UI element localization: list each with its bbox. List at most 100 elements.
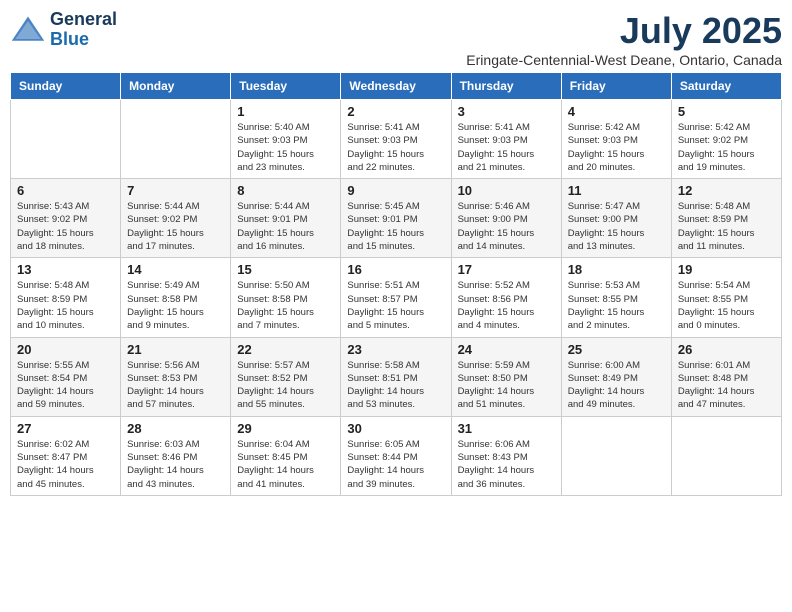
day-number: 27 [17, 421, 114, 436]
calendar-body: 1 Sunrise: 5:40 AMSunset: 9:03 PMDaylight… [11, 100, 782, 496]
day-number: 2 [347, 104, 444, 119]
calendar-cell: 5 Sunrise: 5:42 AMSunset: 9:02 PMDaylight… [671, 100, 781, 179]
calendar-cell: 12Sunrise: 5:48 AMSunset: 8:59 PMDayligh… [671, 179, 781, 258]
day-header: Sunday [11, 73, 121, 100]
page-header: General Blue July 2025 Eringate-Centenni… [10, 10, 782, 68]
calendar-cell: 8 Sunrise: 5:44 AMSunset: 9:01 PMDaylight… [231, 179, 341, 258]
calendar-cell: 16 Sunrise: 5:51 AMSunset: 8:57 PMDayligh… [341, 258, 451, 337]
day-info: Sunrise: 6:04 AMSunset: 8:45 PMDaylight:… [237, 438, 334, 491]
day-info: Sunrise: 5:41 AMSunset: 9:03 PMDaylight:… [347, 121, 444, 174]
calendar-cell: 1 Sunrise: 5:40 AMSunset: 9:03 PMDaylight… [231, 100, 341, 179]
calendar-cell: 10Sunrise: 5:46 AMSunset: 9:00 PMDayligh… [451, 179, 561, 258]
calendar-week: 1 Sunrise: 5:40 AMSunset: 9:03 PMDaylight… [11, 100, 782, 179]
day-number: 1 [237, 104, 334, 119]
day-number: 26 [678, 342, 775, 357]
day-info: Sunrise: 5:51 AMSunset: 8:57 PMDaylight:… [347, 279, 444, 332]
day-number: 15 [237, 262, 334, 277]
day-info: Sunrise: 6:05 AMSunset: 8:44 PMDaylight:… [347, 438, 444, 491]
calendar-cell: 22 Sunrise: 5:57 AMSunset: 8:52 PMDayligh… [231, 337, 341, 416]
calendar-cell: 3 Sunrise: 5:41 AMSunset: 9:03 PMDaylight… [451, 100, 561, 179]
day-number: 4 [568, 104, 665, 119]
day-number: 29 [237, 421, 334, 436]
day-number: 3 [458, 104, 555, 119]
day-info: Sunrise: 5:44 AMSunset: 9:01 PMDaylight:… [237, 200, 334, 253]
day-header: Saturday [671, 73, 781, 100]
calendar-cell: 19Sunrise: 5:54 AMSunset: 8:55 PMDayligh… [671, 258, 781, 337]
day-header: Tuesday [231, 73, 341, 100]
day-info: Sunrise: 5:57 AMSunset: 8:52 PMDaylight:… [237, 359, 334, 412]
calendar-cell: 2 Sunrise: 5:41 AMSunset: 9:03 PMDaylight… [341, 100, 451, 179]
calendar-cell: 27 Sunrise: 6:02 AMSunset: 8:47 PMDayligh… [11, 416, 121, 495]
calendar-cell: 31Sunrise: 6:06 AMSunset: 8:43 PMDayligh… [451, 416, 561, 495]
day-number: 22 [237, 342, 334, 357]
day-number: 16 [347, 262, 444, 277]
day-number: 25 [568, 342, 665, 357]
day-number: 23 [347, 342, 444, 357]
calendar-cell: 6 Sunrise: 5:43 AMSunset: 9:02 PMDaylight… [11, 179, 121, 258]
day-info: Sunrise: 5:59 AMSunset: 8:50 PMDaylight:… [458, 359, 555, 412]
calendar-cell: 25 Sunrise: 6:00 AMSunset: 8:49 PMDayligh… [561, 337, 671, 416]
day-info: Sunrise: 5:44 AMSunset: 9:02 PMDaylight:… [127, 200, 224, 253]
day-info: Sunrise: 5:42 AMSunset: 9:03 PMDaylight:… [568, 121, 665, 174]
day-info: Sunrise: 5:54 AMSunset: 8:55 PMDaylight:… [678, 279, 775, 332]
calendar-week: 6 Sunrise: 5:43 AMSunset: 9:02 PMDaylight… [11, 179, 782, 258]
calendar-cell: 26Sunrise: 6:01 AMSunset: 8:48 PMDayligh… [671, 337, 781, 416]
day-info: Sunrise: 5:45 AMSunset: 9:01 PMDaylight:… [347, 200, 444, 253]
title-block: July 2025 Eringate-Centennial-West Deane… [466, 10, 782, 68]
day-info: Sunrise: 5:48 AMSunset: 8:59 PMDaylight:… [678, 200, 775, 253]
day-number: 20 [17, 342, 114, 357]
logo-icon [10, 12, 46, 48]
day-number: 8 [237, 183, 334, 198]
day-info: Sunrise: 5:42 AMSunset: 9:02 PMDaylight:… [678, 121, 775, 174]
calendar-cell: 24Sunrise: 5:59 AMSunset: 8:50 PMDayligh… [451, 337, 561, 416]
calendar-cell: 23 Sunrise: 5:58 AMSunset: 8:51 PMDayligh… [341, 337, 451, 416]
calendar-cell: 7 Sunrise: 5:44 AMSunset: 9:02 PMDaylight… [121, 179, 231, 258]
day-number: 14 [127, 262, 224, 277]
calendar-week: 27 Sunrise: 6:02 AMSunset: 8:47 PMDayligh… [11, 416, 782, 495]
calendar-cell [671, 416, 781, 495]
day-info: Sunrise: 5:43 AMSunset: 9:02 PMDaylight:… [17, 200, 114, 253]
day-header: Friday [561, 73, 671, 100]
calendar-cell: 9Sunrise: 5:45 AMSunset: 9:01 PMDaylight… [341, 179, 451, 258]
logo-text: General Blue [50, 10, 117, 50]
day-header: Wednesday [341, 73, 451, 100]
calendar-cell: 13Sunrise: 5:48 AMSunset: 8:59 PMDayligh… [11, 258, 121, 337]
days-row: SundayMondayTuesdayWednesdayThursdayFrid… [11, 73, 782, 100]
calendar-cell [11, 100, 121, 179]
day-number: 18 [568, 262, 665, 277]
month-title: July 2025 [466, 10, 782, 52]
day-number: 5 [678, 104, 775, 119]
day-info: Sunrise: 6:06 AMSunset: 8:43 PMDaylight:… [458, 438, 555, 491]
day-info: Sunrise: 5:58 AMSunset: 8:51 PMDaylight:… [347, 359, 444, 412]
day-number: 11 [568, 183, 665, 198]
day-number: 30 [347, 421, 444, 436]
day-info: Sunrise: 5:55 AMSunset: 8:54 PMDaylight:… [17, 359, 114, 412]
day-info: Sunrise: 5:48 AMSunset: 8:59 PMDaylight:… [17, 279, 114, 332]
day-number: 10 [458, 183, 555, 198]
day-info: Sunrise: 5:40 AMSunset: 9:03 PMDaylight:… [237, 121, 334, 174]
day-number: 28 [127, 421, 224, 436]
calendar-cell: 21Sunrise: 5:56 AMSunset: 8:53 PMDayligh… [121, 337, 231, 416]
day-info: Sunrise: 5:49 AMSunset: 8:58 PMDaylight:… [127, 279, 224, 332]
day-info: Sunrise: 5:50 AMSunset: 8:58 PMDaylight:… [237, 279, 334, 332]
calendar-cell: 15 Sunrise: 5:50 AMSunset: 8:58 PMDayligh… [231, 258, 341, 337]
day-info: Sunrise: 6:03 AMSunset: 8:46 PMDaylight:… [127, 438, 224, 491]
day-number: 6 [17, 183, 114, 198]
calendar-cell: 20 Sunrise: 5:55 AMSunset: 8:54 PMDayligh… [11, 337, 121, 416]
day-info: Sunrise: 5:53 AMSunset: 8:55 PMDaylight:… [568, 279, 665, 332]
calendar-cell: 4 Sunrise: 5:42 AMSunset: 9:03 PMDaylight… [561, 100, 671, 179]
day-number: 7 [127, 183, 224, 198]
calendar-week: 13Sunrise: 5:48 AMSunset: 8:59 PMDayligh… [11, 258, 782, 337]
calendar: SundayMondayTuesdayWednesdayThursdayFrid… [10, 72, 782, 496]
calendar-cell: 14 Sunrise: 5:49 AMSunset: 8:58 PMDayligh… [121, 258, 231, 337]
calendar-cell [561, 416, 671, 495]
calendar-cell [121, 100, 231, 179]
day-info: Sunrise: 5:47 AMSunset: 9:00 PMDaylight:… [568, 200, 665, 253]
day-info: Sunrise: 6:00 AMSunset: 8:49 PMDaylight:… [568, 359, 665, 412]
calendar-header: SundayMondayTuesdayWednesdayThursdayFrid… [11, 73, 782, 100]
day-info: Sunrise: 6:02 AMSunset: 8:47 PMDaylight:… [17, 438, 114, 491]
calendar-cell: 17Sunrise: 5:52 AMSunset: 8:56 PMDayligh… [451, 258, 561, 337]
day-number: 21 [127, 342, 224, 357]
subtitle: Eringate-Centennial-West Deane, Ontario,… [466, 52, 782, 68]
day-info: Sunrise: 5:41 AMSunset: 9:03 PMDaylight:… [458, 121, 555, 174]
